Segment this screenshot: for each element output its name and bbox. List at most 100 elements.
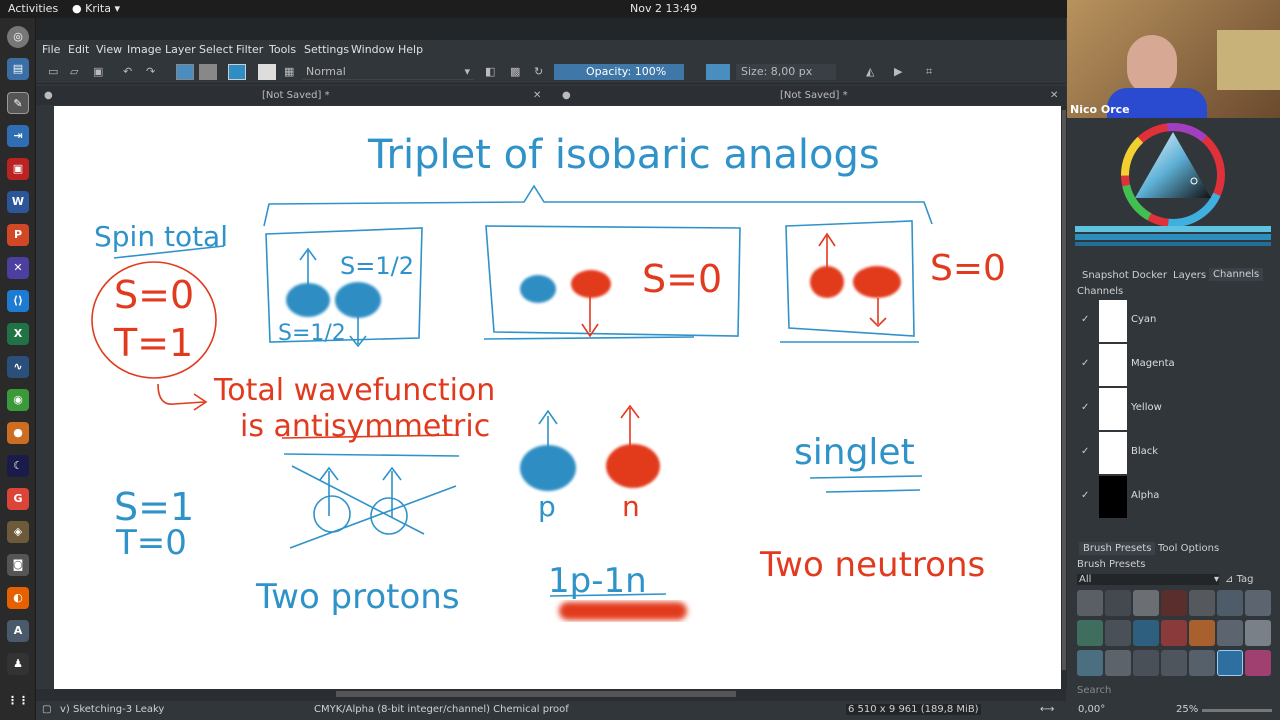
powerpoint-icon[interactable]: P	[7, 224, 29, 246]
check-icon[interactable]: ✓	[1081, 490, 1089, 501]
menu-edit[interactable]: Edit	[68, 43, 89, 56]
menu-file[interactable]: File	[42, 43, 60, 56]
brush-preset-selected[interactable]	[1217, 650, 1243, 676]
pattern-swatch[interactable]	[199, 64, 217, 80]
brush-preset[interactable]	[1189, 650, 1215, 676]
show-apps-icon[interactable]: ⋮⋮	[7, 690, 29, 712]
close-icon[interactable]: ✕	[533, 86, 541, 105]
brush-filter-select[interactable]: All ▾	[1077, 574, 1219, 585]
brush-preset[interactable]	[1217, 620, 1243, 646]
brush-preset[interactable]	[1161, 650, 1187, 676]
clock[interactable]: Nov 2 13:49	[630, 2, 697, 15]
menu-filter[interactable]: Filter	[236, 43, 263, 56]
files-icon[interactable]: ▤	[7, 58, 29, 80]
drawing-canvas[interactable]: Triplet of isobaric analogs Spin total S…	[54, 106, 1061, 689]
undo-icon[interactable]: ↶	[123, 64, 132, 80]
gradient-swatch[interactable]	[176, 64, 194, 80]
tux-icon[interactable]: ♟	[7, 653, 29, 675]
tab-tool-options[interactable]: Tool Options	[1158, 543, 1219, 554]
menu-select[interactable]: Select	[199, 43, 233, 56]
brush-preset[interactable]	[1133, 590, 1159, 616]
brush-preset[interactable]	[1245, 620, 1271, 646]
redo-icon[interactable]: ↷	[146, 64, 155, 80]
brush-preset[interactable]	[1161, 620, 1187, 646]
mirror-horizontal-icon[interactable]: ◭	[866, 64, 874, 80]
brush-search-input[interactable]: Search	[1077, 685, 1111, 696]
brush-preset-icon[interactable]	[258, 64, 276, 80]
current-brush[interactable]: v) Sketching-3 Leaky	[60, 704, 164, 715]
brush-preset[interactable]	[1245, 590, 1271, 616]
mirror-vertical-icon[interactable]: ▶	[894, 64, 902, 80]
gimp-icon[interactable]: ◈	[7, 521, 29, 543]
menu-tools[interactable]: Tools	[269, 43, 296, 56]
rotation-angle[interactable]: 0,00°	[1078, 704, 1105, 715]
menu-layer[interactable]: Layer	[165, 43, 196, 56]
horizontal-scrollbar[interactable]	[36, 689, 1066, 701]
orange-app-icon[interactable]: ●	[7, 422, 29, 444]
blend-mode-select[interactable]: Normal ▾	[302, 64, 474, 80]
zoom-slider[interactable]	[1202, 709, 1272, 712]
check-icon[interactable]: ✓	[1081, 402, 1089, 413]
channel-row[interactable]: ✓ Alpha	[1077, 476, 1277, 520]
vertical-scrollbar[interactable]	[1061, 106, 1067, 689]
menu-settings[interactable]: Settings	[304, 43, 349, 56]
menu-help[interactable]: Help	[398, 43, 423, 56]
brush-preset[interactable]	[1133, 620, 1159, 646]
brush-preset[interactable]	[1217, 590, 1243, 616]
brush-preset[interactable]	[1077, 620, 1103, 646]
menu-window[interactable]: Window	[351, 43, 394, 56]
flow-swatch[interactable]	[706, 64, 730, 80]
tab-layers[interactable]: Layers	[1173, 270, 1206, 281]
camera-icon[interactable]: ◙	[7, 554, 29, 576]
channel-row[interactable]: ✓ Magenta	[1077, 344, 1277, 388]
check-icon[interactable]: ✓	[1081, 358, 1089, 369]
tab-not-saved-2[interactable]: [Not Saved] *	[780, 86, 848, 105]
tab-snapshot-docker[interactable]: Snapshot Docker	[1082, 270, 1167, 281]
brush-preset[interactable]	[1245, 650, 1271, 676]
channel-row[interactable]: ✓ Cyan	[1077, 300, 1277, 344]
red-app-icon[interactable]: ▣	[7, 158, 29, 180]
reload-icon[interactable]: ↻	[534, 64, 543, 80]
green-app-icon[interactable]: ◉	[7, 389, 29, 411]
color-swap-icon[interactable]	[228, 64, 246, 80]
brush-preset[interactable]	[1105, 620, 1131, 646]
arrow-app-icon[interactable]: ⇥	[7, 125, 29, 147]
brush-preset[interactable]	[1189, 620, 1215, 646]
krita-icon[interactable]: ✎	[7, 92, 29, 114]
google-icon[interactable]: G	[7, 488, 29, 510]
save-icon[interactable]: ▣	[93, 64, 103, 80]
tool-icon[interactable]: ✕	[7, 257, 29, 279]
menu-image[interactable]: Image	[127, 43, 161, 56]
firefox-icon[interactable]: ◐	[7, 587, 29, 609]
brush-preset[interactable]	[1189, 590, 1215, 616]
word-icon[interactable]: W	[7, 191, 29, 213]
tag-button[interactable]: ⊿ Tag	[1225, 574, 1254, 585]
brush-preset[interactable]	[1161, 590, 1187, 616]
brush-preset[interactable]	[1077, 650, 1103, 676]
color-selector[interactable]	[1075, 118, 1278, 248]
opacity-slider[interactable]: Opacity: 100%	[554, 64, 684, 80]
size-slider[interactable]: Size: 8,00 px	[736, 64, 836, 80]
activities-button[interactable]: Activities	[8, 2, 58, 15]
check-icon[interactable]: ✓	[1081, 446, 1089, 457]
space-app-icon[interactable]: ☾	[7, 455, 29, 477]
alpha-lock-icon[interactable]: ▩	[510, 64, 520, 80]
wave-icon[interactable]: ∿	[7, 356, 29, 378]
tab-brush-presets[interactable]: Brush Presets	[1079, 542, 1156, 555]
chrome-icon[interactable]: ◎	[7, 26, 29, 48]
brush-preset[interactable]	[1105, 590, 1131, 616]
brush-preset[interactable]	[1133, 650, 1159, 676]
tab-not-saved-1[interactable]: [Not Saved] *	[262, 86, 330, 105]
eraser-icon[interactable]: ◧	[485, 64, 495, 80]
rotate-icon[interactable]: ⟷	[1040, 704, 1054, 715]
wrap-icon[interactable]: ⌗	[926, 64, 932, 80]
channel-row[interactable]: ✓ Black	[1077, 432, 1277, 476]
a-app-icon[interactable]: A	[7, 620, 29, 642]
brush-preset[interactable]	[1105, 650, 1131, 676]
close-icon[interactable]: ✕	[1050, 86, 1058, 105]
new-document-icon[interactable]: ▭	[48, 64, 58, 80]
excel-icon[interactable]: X	[7, 323, 29, 345]
check-icon[interactable]: ✓	[1081, 314, 1089, 325]
grid-icon[interactable]: ▦	[284, 64, 294, 80]
vscode-icon[interactable]: ⟨⟩	[7, 290, 29, 312]
